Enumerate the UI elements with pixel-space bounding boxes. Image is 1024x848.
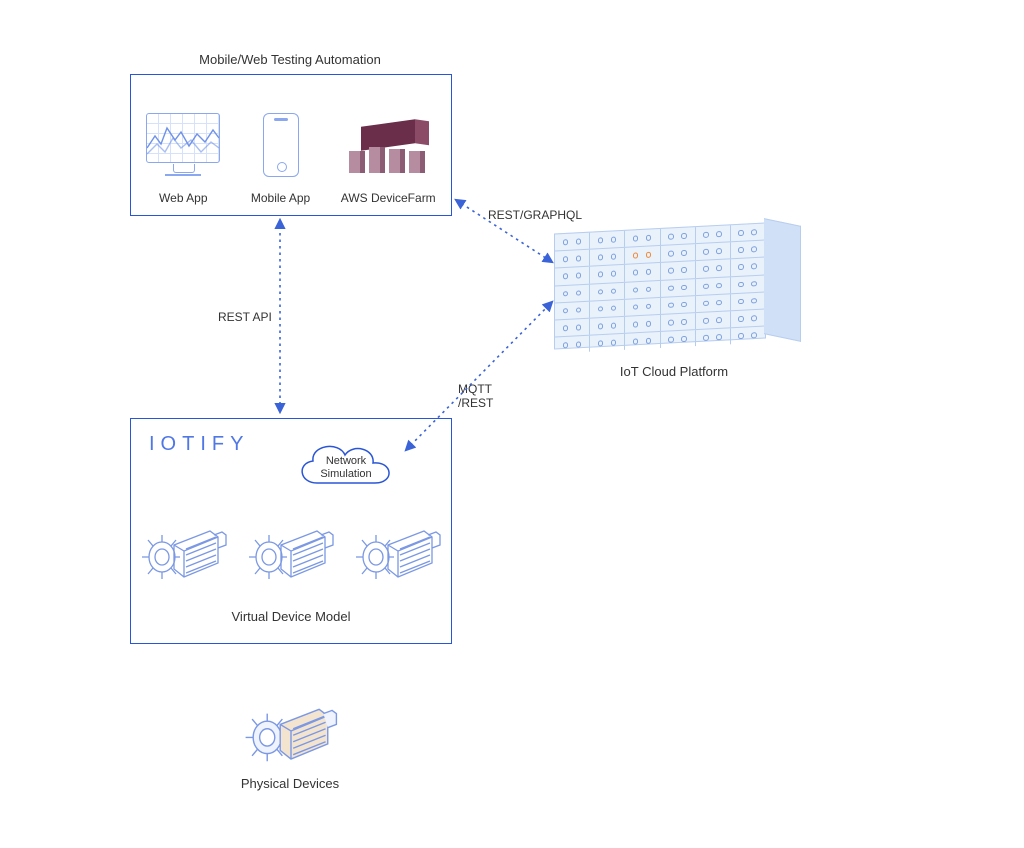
devicefarm-item: AWS DeviceFarm (341, 123, 436, 205)
monitor-icon (146, 113, 220, 163)
phone-icon (263, 113, 299, 177)
network-simulation-cloud: Network Simulation (291, 437, 401, 495)
physical-device-icon (236, 692, 346, 777)
pump-icon (247, 515, 335, 589)
virtual-devices-row (131, 515, 451, 589)
physical-devices-label: Physical Devices (200, 776, 380, 791)
cloud-label-1: Network (326, 455, 366, 467)
devicefarm-label: AWS DeviceFarm (341, 191, 436, 205)
devicefarm-icon (349, 123, 427, 183)
testing-automation-box: Web App Mobile App AWS DeviceFarm (130, 74, 452, 216)
iotify-logo: IOTIFY (149, 433, 249, 456)
rest-label: /REST (458, 396, 493, 410)
web-app-label: Web App (159, 191, 207, 205)
iot-cloud-platform-icon (554, 228, 814, 358)
rest-graphql-label: REST/GRAPHQL (488, 208, 582, 222)
pump-icon (354, 515, 442, 589)
pump-icon (140, 515, 228, 589)
mqtt-label: MQTT (458, 382, 492, 396)
virtual-device-model-label: Virtual Device Model (131, 609, 451, 624)
mobile-app-item: Mobile App (251, 113, 310, 205)
mobile-app-label: Mobile App (251, 191, 310, 205)
web-app-item: Web App (146, 113, 220, 205)
iot-cloud-platform-label: IoT Cloud Platform (554, 364, 794, 379)
testing-automation-title: Mobile/Web Testing Automation (130, 52, 450, 67)
architecture-diagram: Mobile/Web Testing Automation Web App (0, 0, 1024, 848)
rest-api-label: REST API (218, 310, 272, 324)
cloud-label-2: Simulation (320, 468, 371, 480)
iotify-box: IOTIFY Network Simulation Virtual Device… (130, 418, 452, 644)
